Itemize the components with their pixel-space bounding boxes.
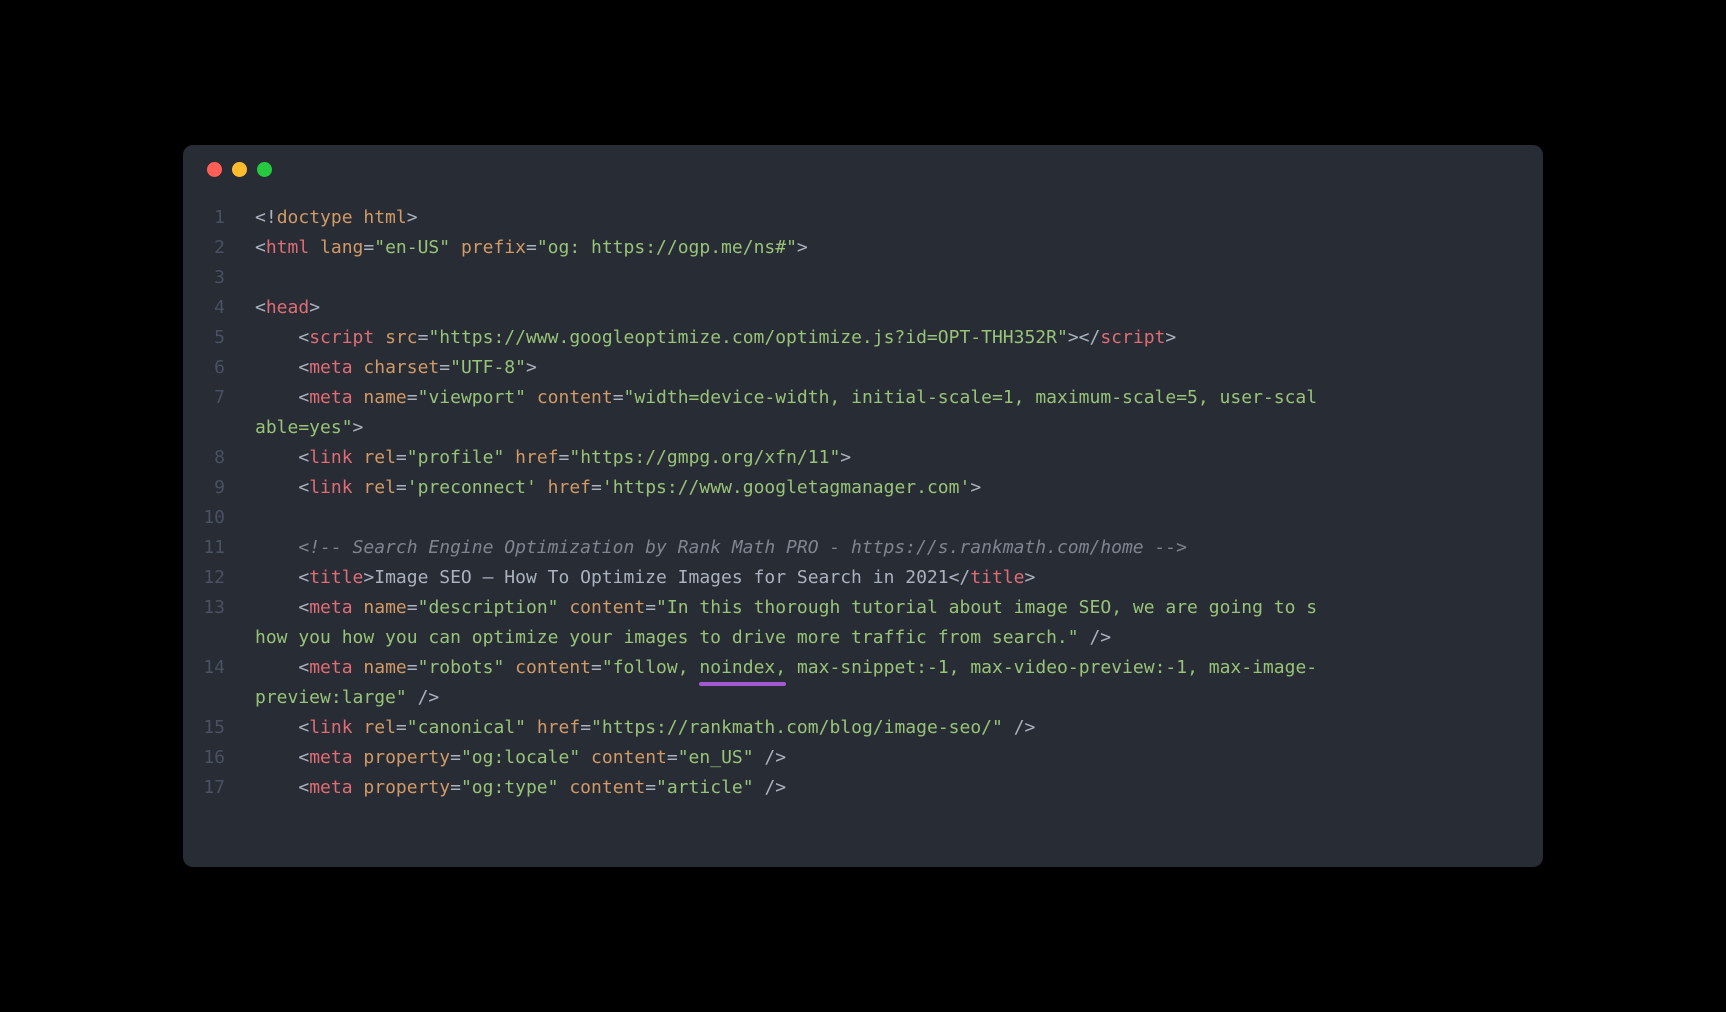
line-number: 5 [183, 323, 255, 353]
titlebar [183, 145, 1543, 193]
line-content[interactable]: <!-- Search Engine Optimization by Rank … [255, 533, 1519, 563]
line-number: 14 [183, 653, 255, 683]
line-content[interactable]: <meta charset="UTF-8"> [255, 353, 1519, 383]
line-content[interactable]: <html lang="en-US" prefix="og: https://o… [255, 233, 1519, 263]
code-line[interactable]: 3 [183, 263, 1543, 293]
line-content[interactable]: <link rel="canonical" href="https://rank… [255, 713, 1519, 743]
line-content[interactable]: <meta property="og:locale" content="en_U… [255, 743, 1519, 773]
line-content[interactable]: <meta name="viewport" content="width=dev… [255, 383, 1519, 413]
line-content[interactable]: <!doctype html> [255, 203, 1519, 233]
line-number: 15 [183, 713, 255, 743]
line-content[interactable]: <title>Image SEO – How To Optimize Image… [255, 563, 1519, 593]
maximize-button[interactable] [257, 162, 272, 177]
code-line[interactable]: 13 <meta name="description" content="In … [183, 593, 1543, 623]
line-content[interactable]: how you how you can optimize your images… [255, 623, 1519, 653]
line-number: 2 [183, 233, 255, 263]
code-line[interactable]: 9 <link rel='preconnect' href='https://w… [183, 473, 1543, 503]
line-number [183, 413, 255, 443]
line-number: 1 [183, 203, 255, 233]
code-line[interactable]: 4<head> [183, 293, 1543, 323]
line-content[interactable]: preview:large" /> [255, 683, 1519, 713]
line-content[interactable] [255, 503, 1519, 533]
line-number [183, 623, 255, 653]
code-line[interactable]: 2<html lang="en-US" prefix="og: https://… [183, 233, 1543, 263]
line-number: 6 [183, 353, 255, 383]
code-line[interactable]: 1<!doctype html> [183, 203, 1543, 233]
line-number: 3 [183, 263, 255, 293]
line-number: 7 [183, 383, 255, 413]
code-line[interactable]: 17 <meta property="og:type" content="art… [183, 773, 1543, 803]
code-editor-window: 1<!doctype html>2<html lang="en-US" pref… [183, 145, 1543, 867]
line-number: 8 [183, 443, 255, 473]
line-number: 4 [183, 293, 255, 323]
line-number: 11 [183, 533, 255, 563]
code-line-wrap[interactable]: able=yes"> [183, 413, 1543, 443]
code-line[interactable]: 5 <script src="https://www.googleoptimiz… [183, 323, 1543, 353]
code-line[interactable]: 8 <link rel="profile" href="https://gmpg… [183, 443, 1543, 473]
line-content[interactable]: <meta property="og:type" content="articl… [255, 773, 1519, 803]
line-number: 12 [183, 563, 255, 593]
code-line[interactable]: 12 <title>Image SEO – How To Optimize Im… [183, 563, 1543, 593]
line-content[interactable]: <link rel="profile" href="https://gmpg.o… [255, 443, 1519, 473]
line-content[interactable]: <link rel='preconnect' href='https://www… [255, 473, 1519, 503]
line-content[interactable]: able=yes"> [255, 413, 1519, 443]
line-number: 10 [183, 503, 255, 533]
code-line-wrap[interactable]: how you how you can optimize your images… [183, 623, 1543, 653]
line-number: 9 [183, 473, 255, 503]
code-line[interactable]: 10 [183, 503, 1543, 533]
code-line[interactable]: 14 <meta name="robots" content="follow, … [183, 653, 1543, 683]
line-number: 16 [183, 743, 255, 773]
code-area[interactable]: 1<!doctype html>2<html lang="en-US" pref… [183, 193, 1543, 823]
code-line[interactable]: 7 <meta name="viewport" content="width=d… [183, 383, 1543, 413]
line-number [183, 683, 255, 713]
code-line[interactable]: 11 <!-- Search Engine Optimization by Ra… [183, 533, 1543, 563]
line-content[interactable]: <script src="https://www.googleoptimize.… [255, 323, 1519, 353]
line-content[interactable]: <meta name="description" content="In thi… [255, 593, 1519, 623]
code-line[interactable]: 6 <meta charset="UTF-8"> [183, 353, 1543, 383]
code-line-wrap[interactable]: preview:large" /> [183, 683, 1543, 713]
minimize-button[interactable] [232, 162, 247, 177]
line-content[interactable]: <head> [255, 293, 1519, 323]
code-line[interactable]: 16 <meta property="og:locale" content="e… [183, 743, 1543, 773]
line-number: 17 [183, 773, 255, 803]
line-content[interactable]: <meta name="robots" content="follow, noi… [255, 653, 1519, 683]
code-line[interactable]: 15 <link rel="canonical" href="https://r… [183, 713, 1543, 743]
line-number: 13 [183, 593, 255, 623]
close-button[interactable] [207, 162, 222, 177]
line-content[interactable] [255, 263, 1519, 293]
